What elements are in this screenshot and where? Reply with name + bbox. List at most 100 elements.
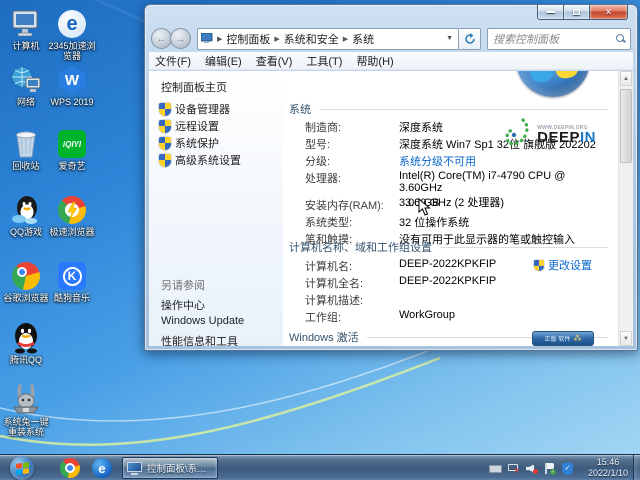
sidebar: 控制面板主页 设备管理器 远程设置 系统保护 高级系统设置 另请参阅 xyxy=(149,71,283,346)
system-info-panel: 系统 制造商:深度系统 型号:深度系统 Win7 Sp1 32位 旗舰版 202… xyxy=(283,71,618,346)
menu-file[interactable]: 文件(F) xyxy=(155,53,191,69)
desktop-icon-qq-game[interactable]: QQ游戏 xyxy=(0,194,52,237)
see-also-header: 另请参阅 xyxy=(161,277,205,293)
desktop-icon-iqiyi[interactable]: iQIYI 爱奇艺 xyxy=(46,128,98,171)
desktop-icon-system-rabbit[interactable]: 系统兔一键重装系统 xyxy=(0,384,52,437)
show-desktop-button[interactable] xyxy=(633,455,640,480)
deepin-swirl-icon xyxy=(503,117,533,149)
vertical-scrollbar[interactable]: ▲ ▼ xyxy=(618,71,633,346)
forward-arrow-icon: → xyxy=(175,33,186,45)
minimize-button[interactable] xyxy=(537,5,564,20)
system-tray: ✕ ✓ ✓ xyxy=(489,455,574,480)
menu-view[interactable]: 查看(V) xyxy=(256,53,293,69)
refresh-button[interactable] xyxy=(459,28,481,50)
maximize-button[interactable] xyxy=(564,5,590,20)
desktop-icon-wps[interactable]: W WPS 2019 xyxy=(46,64,98,107)
field-value: 深度系统 xyxy=(399,119,443,135)
menu-tools[interactable]: 工具(T) xyxy=(306,53,342,69)
taskbar-window-button[interactable]: 控制面板\系统和... xyxy=(122,457,218,479)
security-shield-icon[interactable]: ✓ xyxy=(561,462,574,475)
scroll-down-button[interactable]: ▼ xyxy=(620,331,632,346)
back-button[interactable]: ← xyxy=(151,28,172,49)
uac-shield-icon xyxy=(159,137,171,150)
breadcrumb-separator: ▶ xyxy=(343,35,348,43)
desktop-icon-label: 计算机 xyxy=(0,41,52,51)
desktop-icon-recycle-bin[interactable]: 回收站 xyxy=(0,128,52,171)
sidebar-item-label: 高级系统设置 xyxy=(175,152,241,168)
desktop-icon-label: WPS 2019 xyxy=(46,97,98,107)
location-icon xyxy=(201,33,213,44)
address-bar[interactable]: ▶ 控制面板 ▶ 系统和安全 ▶ 系统 ▼ xyxy=(197,28,459,50)
section-title: 系统 xyxy=(289,101,311,117)
sidebar-item-system-protection[interactable]: 系统保护 xyxy=(159,135,219,151)
scroll-up-button[interactable]: ▲ xyxy=(620,71,632,86)
field-value: 32 位操作系统 xyxy=(399,214,469,230)
genuine-software-badge[interactable]: 正版 软件 ⁂ xyxy=(532,331,594,346)
search-placeholder: 搜索控制面板 xyxy=(493,31,559,47)
sidebar-item-windows-update[interactable]: Windows Update xyxy=(161,315,244,327)
desktop-icon-chrome[interactable]: 谷歌浏览器 xyxy=(0,260,52,303)
sidebar-item-performance-tools[interactable]: 性能信息和工具 xyxy=(161,333,238,346)
start-button[interactable] xyxy=(10,456,34,480)
volume-muted-icon[interactable] xyxy=(525,462,538,475)
desktop-icon-label: 酷狗音乐 xyxy=(46,293,98,303)
section-title: Windows 激活 xyxy=(289,329,359,345)
e-browser-icon: e xyxy=(92,458,112,478)
forward-button[interactable]: → xyxy=(170,28,191,49)
desktop-icon-label: 谷歌浏览器 xyxy=(0,293,52,303)
sidebar-item-control-panel-home[interactable]: 控制面板主页 xyxy=(161,79,227,95)
navigation-bar: ← → ▶ 控制面板 ▶ 系统和安全 ▶ 系统 ▼ 搜索控制面板 xyxy=(151,26,631,51)
field-value: DEEP-2022KPKFIP xyxy=(399,258,496,274)
field-label: 分级: xyxy=(305,153,399,169)
taskbar-clock[interactable]: 15:46 2022/1/10 xyxy=(588,457,628,479)
breadcrumb-system[interactable]: 系统 xyxy=(352,31,374,47)
desktop-icon-speed-browser[interactable]: 极速浏览器 xyxy=(46,194,98,237)
network-icon xyxy=(9,64,43,96)
sidebar-item-action-center[interactable]: 操作中心 xyxy=(161,297,205,313)
address-dropdown-icon[interactable]: ▼ xyxy=(446,35,453,42)
sidebar-item-device-manager[interactable]: 设备管理器 xyxy=(159,101,230,117)
desktop-icon-computer[interactable]: 计算机 xyxy=(0,8,52,51)
system-rating-link[interactable]: 系统分级不可用 xyxy=(399,153,476,169)
taskbar-window-label: 控制面板\系统和... xyxy=(147,461,213,475)
deepin-logo: WWW.DEEPIN.ORG DEEPIN xyxy=(503,117,596,149)
desktop-icon-label: 2345加速浏览器 xyxy=(46,41,98,61)
desktop-icon-label: 极速浏览器 xyxy=(46,227,98,237)
field-label: 型号: xyxy=(305,136,399,152)
field-value: DEEP-2022KPKFIP xyxy=(399,275,496,291)
sidebar-item-advanced-system-settings[interactable]: 高级系统设置 xyxy=(159,152,241,168)
desktop: 计算机 e 2345加速浏览器 网络 W WPS 2019 回收站 iQIYI … xyxy=(0,0,640,480)
uac-shield-icon xyxy=(159,120,171,133)
breadcrumb-system-security[interactable]: 系统和安全 xyxy=(284,31,339,47)
desktop-icon-kugou[interactable]: K 酷狗音乐 xyxy=(46,260,98,303)
field-label: 计算机描述: xyxy=(305,292,399,308)
desktop-icon-tencent-qq[interactable]: 腾讯QQ xyxy=(0,322,52,365)
close-button[interactable]: ✕ xyxy=(590,5,628,20)
menu-help[interactable]: 帮助(H) xyxy=(356,53,393,69)
search-input[interactable]: 搜索控制面板 xyxy=(487,28,631,50)
mouse-cursor xyxy=(418,198,431,222)
qq-game-icon xyxy=(9,194,43,226)
field-label: 计算机全名: xyxy=(305,275,399,291)
recycle-bin-icon xyxy=(9,128,43,160)
windows-flag-icon xyxy=(16,462,29,474)
menu-edit[interactable]: 编辑(E) xyxy=(205,53,242,69)
network-status-icon[interactable]: ✕ xyxy=(507,462,520,475)
breadcrumb-control-panel[interactable]: 控制面板 xyxy=(226,31,270,47)
action-center-flag-icon[interactable]: ✓ xyxy=(543,462,556,475)
speed-browser-icon xyxy=(55,194,89,226)
badge-label: 正版 软件 xyxy=(545,334,571,343)
field-label: 工作组: xyxy=(305,309,399,325)
control-panel-window-icon xyxy=(127,462,143,475)
desktop-icon-2345-browser[interactable]: e 2345加速浏览器 xyxy=(46,8,98,61)
input-language-icon[interactable] xyxy=(489,462,502,475)
sidebar-item-remote-settings[interactable]: 远程设置 xyxy=(159,118,219,134)
breadcrumb-separator: ▶ xyxy=(217,35,222,43)
computer-icon xyxy=(9,8,43,40)
taskbar-browser-button[interactable]: e xyxy=(90,457,114,479)
uac-shield-icon xyxy=(159,103,171,116)
scrollbar-thumb[interactable] xyxy=(620,89,632,163)
taskbar: e 控制面板\系统和... ✕ ✓ ✓ 15:46 2022/1/10 xyxy=(0,454,640,480)
desktop-icon-network[interactable]: 网络 xyxy=(0,64,52,107)
taskbar-chrome-button[interactable] xyxy=(58,457,82,479)
